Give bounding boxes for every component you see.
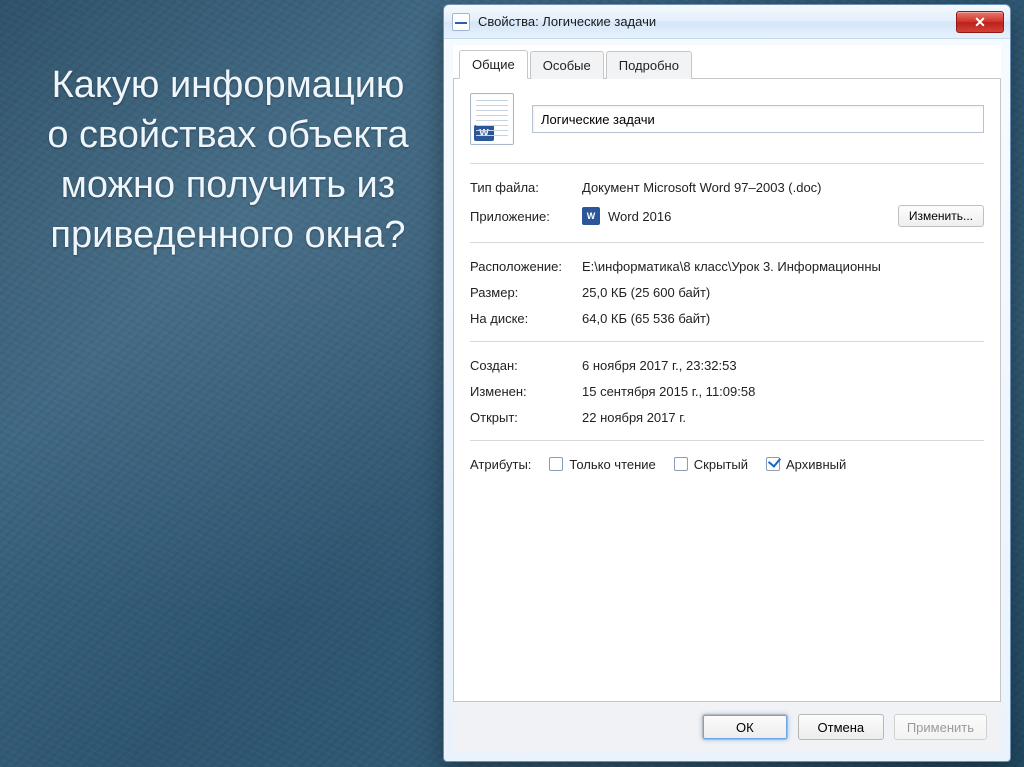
apply-button[interactable]: Применить bbox=[894, 714, 987, 740]
separator bbox=[470, 163, 984, 164]
attr-archive-label: Архивный bbox=[786, 457, 846, 472]
dialog-footer: ОК Отмена Применить bbox=[453, 702, 1001, 752]
value-created: 6 ноября 2017 г., 23:32:53 bbox=[582, 358, 984, 373]
separator bbox=[470, 242, 984, 243]
row-size-on-disk: На диске: 64,0 КБ (65 536 байт) bbox=[470, 305, 984, 331]
row-attributes: Атрибуты: Только чтение Скрытый Архивный bbox=[470, 451, 984, 477]
value-location: E:\информатика\8 класс\Урок 3. Информаци… bbox=[582, 259, 984, 274]
row-file-type: Тип файла: Документ Microsoft Word 97–20… bbox=[470, 174, 984, 200]
word-app-icon: W bbox=[582, 207, 600, 225]
row-location: Расположение: E:\информатика\8 класс\Уро… bbox=[470, 253, 984, 279]
checkbox-readonly[interactable] bbox=[549, 457, 563, 471]
file-header: W bbox=[470, 89, 984, 153]
tab-panel-general: W Тип файла: Документ Microsoft Word 97–… bbox=[453, 79, 1001, 702]
label-attributes: Атрибуты: bbox=[470, 457, 531, 472]
presentation-slide: Какую информацию о свойствах объекта мож… bbox=[0, 0, 1024, 767]
cancel-button[interactable]: Отмена bbox=[798, 714, 884, 740]
label-accessed: Открыт: bbox=[470, 410, 582, 425]
tab-strip: Общие Особые Подробно bbox=[453, 45, 1001, 79]
label-size-on-disk: На диске: bbox=[470, 311, 582, 326]
value-app: W Word 2016 Изменить... bbox=[582, 205, 984, 227]
word-doc-icon bbox=[452, 13, 470, 31]
tab-details[interactable]: Подробно bbox=[606, 51, 692, 79]
change-app-button[interactable]: Изменить... bbox=[898, 205, 984, 227]
properties-dialog: Свойства: Логические задачи ✕ Общие Особ… bbox=[443, 4, 1011, 762]
window-title: Свойства: Логические задачи bbox=[478, 14, 956, 29]
close-icon: ✕ bbox=[974, 15, 986, 29]
label-size: Размер: bbox=[470, 285, 582, 300]
row-accessed: Открыт: 22 ноября 2017 г. bbox=[470, 404, 984, 430]
row-created: Создан: 6 ноября 2017 г., 23:32:53 bbox=[470, 352, 984, 378]
value-size: 25,0 КБ (25 600 байт) bbox=[582, 285, 984, 300]
separator bbox=[470, 440, 984, 441]
row-opens-with: Приложение: W Word 2016 Изменить... bbox=[470, 200, 984, 232]
word-badge-icon: W bbox=[474, 125, 494, 141]
ok-button[interactable]: ОК bbox=[702, 714, 788, 740]
label-file-type: Тип файла: bbox=[470, 180, 582, 195]
dialog-client-area: Общие Особые Подробно W Тип файла: Докум… bbox=[453, 45, 1001, 752]
row-size: Размер: 25,0 КБ (25 600 байт) bbox=[470, 279, 984, 305]
label-location: Расположение: bbox=[470, 259, 582, 274]
checkbox-hidden[interactable] bbox=[674, 457, 688, 471]
close-button[interactable]: ✕ bbox=[956, 11, 1004, 33]
value-modified: 15 сентября 2015 г., 11:09:58 bbox=[582, 384, 984, 399]
tab-general[interactable]: Общие bbox=[459, 50, 528, 79]
document-icon: W bbox=[470, 93, 514, 145]
value-accessed: 22 ноября 2017 г. bbox=[582, 410, 984, 425]
attr-readonly-label: Только чтение bbox=[569, 457, 655, 472]
row-modified: Изменен: 15 сентября 2015 г., 11:09:58 bbox=[470, 378, 984, 404]
filename-input[interactable] bbox=[532, 105, 984, 133]
label-created: Создан: bbox=[470, 358, 582, 373]
value-size-on-disk: 64,0 КБ (65 536 байт) bbox=[582, 311, 984, 326]
attr-archive[interactable]: Архивный bbox=[766, 457, 846, 472]
titlebar: Свойства: Логические задачи ✕ bbox=[444, 5, 1010, 39]
app-name: Word 2016 bbox=[608, 209, 671, 224]
separator bbox=[470, 341, 984, 342]
attr-hidden-label: Скрытый bbox=[694, 457, 748, 472]
label-app: Приложение: bbox=[470, 209, 582, 224]
slide-question-text: Какую информацию о свойствах объекта мож… bbox=[38, 60, 418, 261]
checkbox-archive[interactable] bbox=[766, 457, 780, 471]
label-modified: Изменен: bbox=[470, 384, 582, 399]
value-file-type: Документ Microsoft Word 97–2003 (.doc) bbox=[582, 180, 984, 195]
tab-custom[interactable]: Особые bbox=[530, 51, 604, 79]
attr-readonly[interactable]: Только чтение bbox=[549, 457, 655, 472]
attr-hidden[interactable]: Скрытый bbox=[674, 457, 748, 472]
